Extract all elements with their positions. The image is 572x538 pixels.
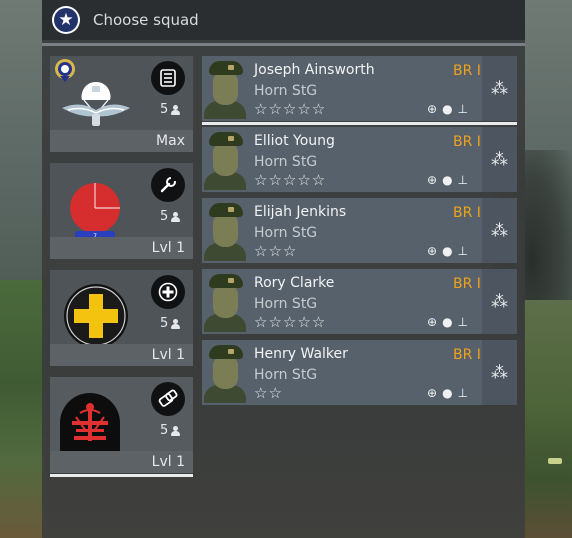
flask-icon: ⊥ bbox=[457, 244, 468, 258]
flask-icon: ⊥ bbox=[457, 315, 468, 329]
medic-cross-icon bbox=[151, 275, 185, 309]
soldier-portrait bbox=[204, 130, 246, 190]
grenades-icon: ⁂ bbox=[482, 127, 517, 192]
yellow-cross-badge bbox=[64, 284, 128, 348]
soldier-weapon: Horn StG bbox=[254, 296, 318, 312]
selection-underline bbox=[202, 122, 517, 125]
soldier-row-3[interactable]: Elijah Jenkins BR I Horn StG ☆☆☆ ⊕ ● ⊥ ⁂ bbox=[202, 198, 517, 263]
soldier-rank-stars: ☆☆☆☆☆ bbox=[254, 313, 327, 331]
red-circle-badge: 7 bbox=[70, 183, 120, 240]
vegetation-right bbox=[524, 300, 572, 538]
battle-rating: BR I bbox=[453, 276, 481, 292]
soldier-portrait bbox=[204, 272, 246, 332]
soldier-row-2[interactable]: Elliot Young BR I Horn StG ☆☆☆☆☆ ⊕ ● ⊥ ⁂ bbox=[202, 127, 517, 192]
grenades-icon: ⁂ bbox=[482, 56, 517, 121]
squad-card-3[interactable]: 5 Lvl 1 bbox=[50, 270, 193, 366]
squad-level: Max bbox=[156, 133, 185, 149]
medkit-icon: ⊕ bbox=[427, 386, 438, 400]
soldier-name: Elijah Jenkins bbox=[254, 204, 347, 220]
wrench-icon bbox=[151, 168, 185, 202]
person-icon bbox=[171, 425, 181, 436]
soldier-name: Rory Clarke bbox=[254, 275, 335, 291]
battle-rating: BR I bbox=[453, 347, 481, 363]
soldier-portrait bbox=[204, 201, 246, 261]
squad-card-1[interactable]: 5 Max bbox=[50, 56, 193, 152]
grenade-icon: ● bbox=[442, 386, 453, 400]
soldier-row-4[interactable]: Rory Clarke BR I Horn StG ☆☆☆☆☆ ⊕ ● ⊥ ⁂ bbox=[202, 269, 517, 334]
fire-glow bbox=[548, 458, 562, 464]
soldier-name: Joseph Ainsworth bbox=[254, 62, 375, 78]
soldier-name: Henry Walker bbox=[254, 346, 348, 362]
flask-icon: ⊥ bbox=[457, 102, 468, 116]
vegetation-left bbox=[0, 280, 46, 538]
grenade-icon: ● bbox=[442, 244, 453, 258]
soldier-weapon: Horn StG bbox=[254, 225, 318, 241]
medkit-icon: ⊕ bbox=[427, 173, 438, 187]
soldier-rank-stars: ☆☆☆☆☆ bbox=[254, 100, 327, 118]
soldier-portrait bbox=[204, 59, 246, 119]
battle-rating: BR I bbox=[453, 134, 481, 150]
soldier-row-1[interactable]: Joseph Ainsworth BR I Horn StG ☆☆☆☆☆ ⊕ ● ⊥… bbox=[202, 56, 517, 125]
soldier-weapon: Horn StG bbox=[254, 154, 318, 170]
soldier-count: 5 bbox=[160, 423, 181, 438]
soldier-name: Elliot Young bbox=[254, 133, 335, 149]
header-divider bbox=[42, 43, 525, 46]
grenades-icon: ⁂ bbox=[482, 269, 517, 334]
soldier-rank-stars: ☆☆ bbox=[254, 384, 283, 402]
star-roundel-icon: ★ bbox=[52, 6, 80, 34]
grenades-icon: ⁂ bbox=[482, 198, 517, 263]
squad-level: Lvl 1 bbox=[151, 454, 185, 470]
soldier-rank-stars: ☆☆☆ bbox=[254, 242, 298, 260]
soldier-count: 5 bbox=[160, 102, 181, 117]
person-icon bbox=[171, 104, 181, 115]
flask-icon: ⊥ bbox=[457, 173, 468, 187]
soldier-weapon: Horn StG bbox=[254, 83, 318, 99]
red-insignia-badge bbox=[60, 393, 120, 457]
medkit-icon: ⊕ bbox=[427, 244, 438, 258]
battle-rating: BR I bbox=[453, 205, 481, 221]
grenade-icon: ● bbox=[442, 315, 453, 329]
squad-level: Lvl 1 bbox=[151, 240, 185, 256]
soldier-weapon: Horn StG bbox=[254, 367, 318, 383]
panel-title: Choose squad bbox=[93, 11, 199, 29]
grenade-icon: ● bbox=[442, 173, 453, 187]
squad-panel: ★ Choose squad 5 Max 5 Lvl 1 5 Lvl 1 5 L… bbox=[42, 0, 525, 538]
grenades-icon: ⁂ bbox=[482, 340, 517, 405]
battle-rating: BR I bbox=[453, 63, 481, 79]
flask-icon: ⊥ bbox=[457, 386, 468, 400]
soldier-row-5[interactable]: Henry Walker BR I Horn StG ☆☆ ⊕ ● ⊥ ⁂ bbox=[202, 340, 517, 405]
grenade-icon bbox=[151, 382, 185, 416]
person-icon bbox=[171, 211, 181, 222]
soldier-portrait bbox=[204, 343, 246, 403]
squad-card-2[interactable]: 7 5 Lvl 1 bbox=[50, 163, 193, 259]
person-icon bbox=[171, 318, 181, 329]
list-icon bbox=[151, 61, 185, 95]
medkit-icon: ⊕ bbox=[427, 315, 438, 329]
soldier-count: 5 bbox=[160, 209, 181, 224]
panel-header: ★ Choose squad bbox=[42, 0, 525, 40]
medkit-icon: ⊕ bbox=[427, 102, 438, 116]
squad-card-4[interactable]: 5 Lvl 1 bbox=[50, 377, 193, 477]
selection-underline bbox=[50, 474, 193, 477]
grenade-icon: ● bbox=[442, 102, 453, 116]
soldier-count: 5 bbox=[160, 316, 181, 331]
soldier-rank-stars: ☆☆☆☆☆ bbox=[254, 171, 327, 189]
squad-level: Lvl 1 bbox=[151, 347, 185, 363]
parachute-wings-badge bbox=[62, 82, 130, 126]
